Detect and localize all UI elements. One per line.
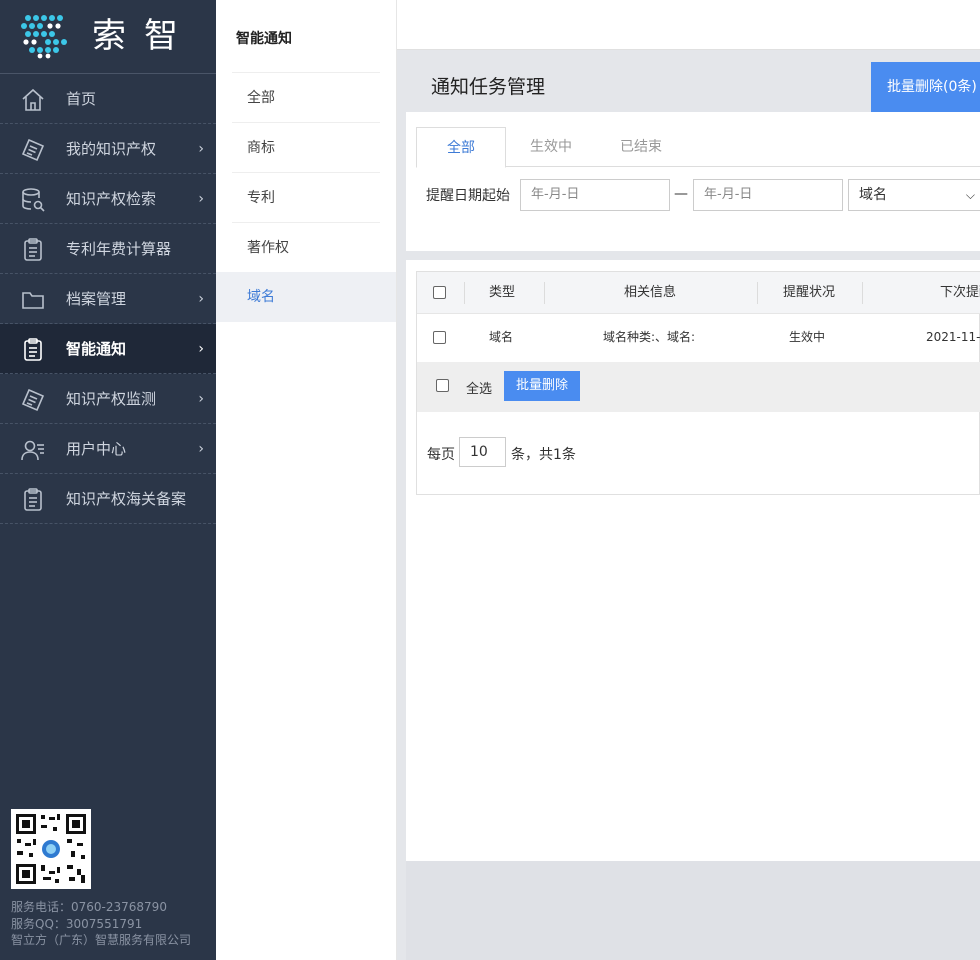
folder-icon — [20, 287, 46, 313]
logo-icon — [21, 15, 67, 59]
chevron-down-icon: ⌵ — [965, 188, 975, 202]
subnav-list: 全部 商标 专利 著作权 域名 — [216, 72, 396, 322]
top-bar — [397, 0, 980, 50]
sidebar-item-7[interactable]: 用户中心 › — [0, 424, 216, 474]
clipboard-icon — [20, 337, 46, 363]
table-row[interactable]: 域名 域名种类:、域名: 生效中 2021-11- — [417, 314, 980, 362]
col-status: 提醒状况 — [783, 285, 836, 300]
tab-active[interactable]: 生效中 — [506, 127, 596, 167]
cell-type: 域名 — [489, 330, 514, 344]
table-header: 类型 相关信息 提醒状况 下次提醒 — [417, 272, 980, 314]
user-icon — [20, 437, 46, 463]
logo[interactable]: 索智 — [0, 0, 216, 74]
sidebar-item-label: 我的知识产权 — [66, 140, 157, 158]
sidebar-item-label: 用户中心 — [66, 440, 127, 458]
cell-info: 域名种类:、域名: — [603, 330, 696, 344]
chevron-right-icon: › — [198, 191, 204, 207]
sidebar-item-label: 专利年费计算器 — [66, 240, 172, 258]
header-checkbox[interactable] — [433, 286, 446, 299]
contact-info: 服务电话：0760-23768790 服务QQ：3007551791 智立方（广… — [11, 899, 191, 949]
sidebar-nav: 首页我的知识产权 › 知识产权检索 › 专利年费计算器 档案管理 › 智能通知 › 知识产权监测 ›… — [0, 74, 216, 524]
sidebar-item-4[interactable]: 档案管理 › — [0, 274, 216, 324]
chevron-right-icon: › — [198, 141, 204, 157]
type-select[interactable]: 域名 ⌵ — [848, 179, 980, 211]
type-select-value: 域名 — [859, 187, 887, 203]
status-tabs: 全部 生效中 已结束 — [416, 127, 980, 168]
col-info: 相关信息 — [624, 285, 677, 300]
tab-ended[interactable]: 已结束 — [596, 127, 686, 167]
batch-delete-top-button[interactable]: 批量删除(0条) — [871, 62, 980, 112]
column-divider — [544, 282, 545, 304]
database-search-icon — [20, 187, 46, 213]
batch-delete-button[interactable]: 批量删除 — [504, 371, 580, 401]
subnav-item-1[interactable]: 商标 — [232, 122, 380, 172]
row-checkbox[interactable] — [433, 331, 446, 344]
main-sidebar: 索智 首页 我的知识产权 › 知识产权检索 › 专利年费计算器 档案管理 › 智能通知 › 知识产权… — [0, 0, 216, 960]
subnav-title: 智能通知 — [236, 31, 292, 47]
home-icon — [20, 87, 46, 113]
service-phone: 服务电话：0760-23768790 — [11, 900, 167, 914]
sidebar-item-3[interactable]: 专利年费计算器 — [0, 224, 216, 274]
sidebar-item-label: 智能通知 — [66, 340, 127, 358]
start-date-input[interactable]: 年-月-日 — [520, 179, 670, 211]
secondary-nav: 智能通知 全部 商标 专利 著作权 域名 — [216, 0, 397, 960]
certificate-icon — [20, 137, 46, 163]
per-page-label: 每页 — [427, 447, 455, 463]
col-type: 类型 — [489, 285, 516, 300]
filter-panel: 通知任务管理 批量删除(0条) 全部 生效中 已结束 提醒日期起始 年-月-日 … — [406, 62, 980, 251]
cell-next: 2021-11- — [926, 330, 980, 344]
total-count: 条，共1条 — [511, 447, 576, 463]
chevron-right-icon: › — [198, 391, 204, 407]
tab-all[interactable]: 全部 — [416, 127, 506, 168]
sidebar-item-0[interactable]: 首页 — [0, 74, 216, 124]
date-separator: — — [674, 186, 688, 202]
clipboard-icon — [20, 487, 46, 513]
select-all-checkbox[interactable] — [436, 379, 449, 392]
table-panel: 类型 相关信息 提醒状况 下次提醒 域名 域名种类:、域名: 生效中 2021-… — [406, 260, 980, 861]
column-divider — [757, 282, 758, 304]
service-qq: 服务QQ：3007551791 — [11, 916, 143, 931]
chevron-right-icon: › — [198, 291, 204, 307]
content-bottom — [406, 861, 980, 960]
subnav-item-3[interactable]: 著作权 — [232, 222, 380, 272]
column-divider — [464, 282, 465, 304]
cell-status: 生效中 — [789, 330, 826, 344]
sidebar-item-label: 知识产权检索 — [66, 190, 157, 208]
table-footer: 全选 批量删除 — [417, 362, 980, 412]
chevron-right-icon: › — [198, 341, 204, 357]
panel-header: 通知任务管理 批量删除(0条) — [406, 62, 980, 112]
reminder-date-label: 提醒日期起始 — [426, 188, 510, 204]
subnav-item-2[interactable]: 专利 — [232, 172, 380, 222]
per-page-input[interactable]: 10 — [459, 437, 506, 467]
end-date-input[interactable]: 年-月-日 — [693, 179, 843, 211]
notification-table: 类型 相关信息 提醒状况 下次提醒 域名 域名种类:、域名: 生效中 2021-… — [416, 271, 980, 495]
chevron-right-icon: › — [198, 441, 204, 457]
page-title: 通知任务管理 — [431, 76, 546, 98]
subnav-item-4[interactable]: 域名 — [216, 272, 396, 322]
brand-name: 索智 — [92, 16, 196, 56]
qr-code-image — [11, 809, 91, 889]
select-all-label[interactable]: 全选 — [466, 378, 492, 397]
col-next: 下次提醒 — [940, 285, 980, 300]
sidebar-item-label: 首页 — [66, 90, 97, 108]
sidebar-item-label: 知识产权海关备案 — [66, 490, 187, 508]
sidebar-item-label: 档案管理 — [66, 290, 127, 308]
sidebar-item-label: 知识产权监测 — [66, 390, 157, 408]
clipboard-icon — [20, 237, 46, 263]
company-name: 智立方（广东）智慧服务有限公司 — [11, 933, 192, 947]
sidebar-item-1[interactable]: 我的知识产权 › — [0, 124, 216, 174]
certificate-icon — [20, 387, 46, 413]
sidebar-item-8[interactable]: 知识产权海关备案 — [0, 474, 216, 524]
subnav-item-0[interactable]: 全部 — [232, 72, 380, 122]
sidebar-item-5[interactable]: 智能通知 › — [0, 324, 216, 374]
sidebar-item-6[interactable]: 知识产权监测 › — [0, 374, 216, 424]
column-divider — [862, 282, 863, 304]
sidebar-item-2[interactable]: 知识产权检索 › — [0, 174, 216, 224]
